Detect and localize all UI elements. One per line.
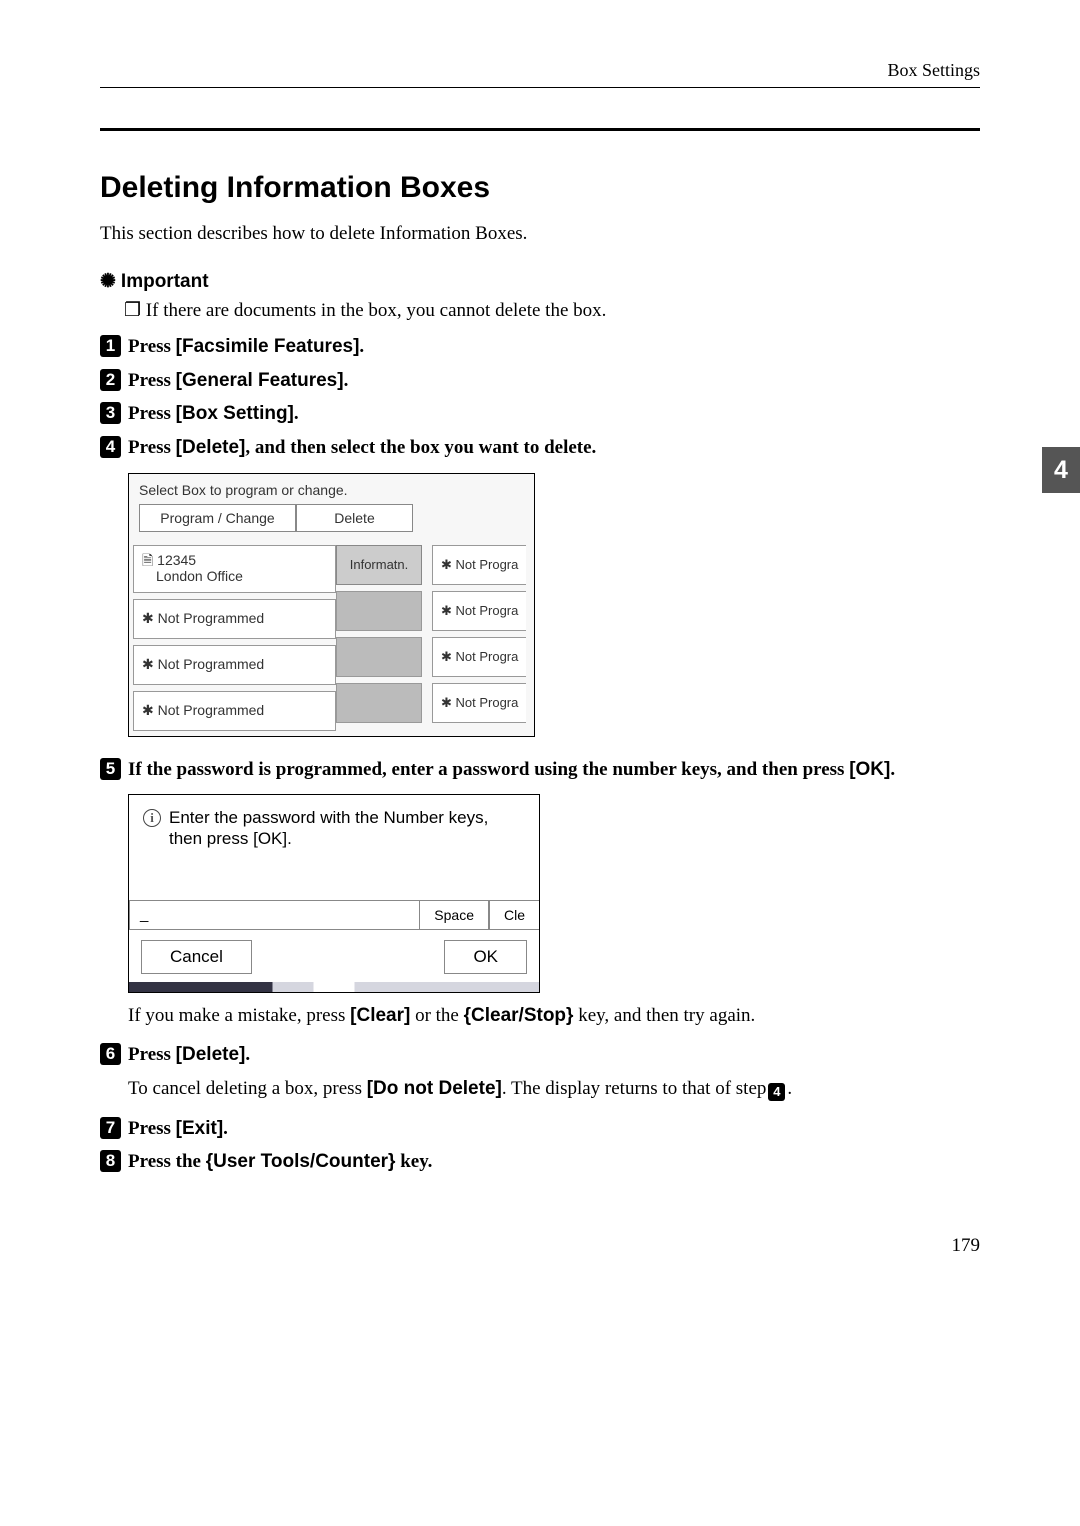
post6-c: . The display returns to that of step bbox=[502, 1078, 767, 1099]
important-note-row: ❐ If there are documents in the box, you… bbox=[124, 299, 980, 322]
post5-a: If you make a mistake, press bbox=[128, 1005, 350, 1026]
box-not-programmed-2[interactable]: ✱ Not Programmed bbox=[133, 645, 336, 685]
step-2-text-a: Press bbox=[128, 370, 176, 391]
step-ref-4: 4 bbox=[768, 1083, 785, 1101]
tab-delete[interactable]: Delete bbox=[296, 504, 413, 532]
post5-c: or the bbox=[410, 1005, 463, 1026]
info-icon: i bbox=[143, 809, 161, 827]
section-intro: This section describes how to delete Inf… bbox=[100, 223, 980, 245]
type-empty-1 bbox=[336, 591, 422, 631]
ui-box-password: i Enter the password with the Number key… bbox=[128, 794, 540, 993]
page-number: 179 bbox=[100, 1235, 980, 1257]
checkbox-icon: ❐ bbox=[124, 300, 146, 321]
step-3: 3 Press [Box Setting]. bbox=[100, 401, 980, 427]
step-7: 7 Press [Exit]. bbox=[100, 1116, 980, 1142]
step-8-num: 8 bbox=[100, 1150, 121, 1172]
doc-icon: 🗎 12345 bbox=[142, 553, 196, 568]
step-5-text-c: . bbox=[890, 759, 895, 780]
header-breadcrumb: Box Settings bbox=[100, 60, 980, 81]
type-empty-2 bbox=[336, 637, 422, 677]
ui-box-select-box: Select Box to program or change. Program… bbox=[128, 473, 535, 737]
step-3-text-a: Press bbox=[128, 403, 176, 424]
do-not-delete-ref: [Do not Delete] bbox=[367, 1078, 502, 1099]
step-2: 2 Press [General Features]. bbox=[100, 368, 980, 394]
step-3-num: 3 bbox=[100, 402, 121, 424]
step-5-num: 5 bbox=[100, 758, 121, 780]
ok-button[interactable]: OK bbox=[444, 940, 527, 974]
ui1-tabs: Program / Change Delete bbox=[129, 504, 534, 540]
step-7-btn: [Exit] bbox=[176, 1118, 224, 1139]
ui2-prompt-row: i Enter the password with the Number key… bbox=[129, 795, 539, 900]
step-6-text-c: . bbox=[245, 1044, 250, 1065]
ui2-input-row: _ Space Cle bbox=[129, 900, 539, 930]
step-1-text-a: Press bbox=[128, 336, 176, 357]
step-6: 6 Press [Delete]. bbox=[100, 1042, 980, 1068]
step-1-btn: [Facsimile Features] bbox=[176, 336, 360, 357]
step-3-text-c: . bbox=[294, 403, 299, 424]
post6-a: To cancel deleting a box, press bbox=[128, 1078, 367, 1099]
important-label: Important bbox=[121, 271, 209, 293]
tab-program-change[interactable]: Program / Change bbox=[139, 504, 296, 532]
header-rule bbox=[100, 87, 980, 88]
step-7-text-c: . bbox=[223, 1118, 228, 1139]
step-8-text-a: Press the bbox=[128, 1151, 206, 1172]
box-code: 12345 bbox=[157, 552, 196, 568]
ui2-actions: Cancel OK bbox=[129, 930, 539, 982]
step-8: 8 Press the {User Tools/Counter} key. bbox=[100, 1149, 980, 1175]
step-4-btn: [Delete] bbox=[176, 437, 246, 458]
step-6-text-a: Press bbox=[128, 1044, 176, 1065]
post-step6-note: To cancel deleting a box, press [Do not … bbox=[128, 1076, 980, 1102]
step-3-btn: [Box Setting] bbox=[176, 403, 294, 424]
step-8-btn: {User Tools/Counter} bbox=[206, 1151, 396, 1172]
box-name-text: London Office bbox=[142, 569, 243, 584]
post5-e: key, and then try again. bbox=[573, 1005, 755, 1026]
step-1: 1 Press [Facsimile Features]. bbox=[100, 334, 980, 360]
ui1-grid: 🗎 12345 London Office ✱ Not Programmed ✱… bbox=[129, 540, 534, 736]
space-button[interactable]: Space bbox=[419, 900, 489, 930]
title-rule bbox=[100, 128, 980, 131]
box-r-not-progra-3[interactable]: ✱ Not Progra bbox=[432, 637, 526, 677]
step-5-btn: [OK] bbox=[849, 759, 890, 780]
ui2-prompt: Enter the password with the Number keys,… bbox=[169, 807, 525, 850]
clear-ref: [Clear] bbox=[350, 1005, 410, 1026]
step-1-num: 1 bbox=[100, 335, 121, 357]
step-5: 5 If the password is programmed, enter a… bbox=[100, 757, 980, 783]
step-2-btn: [General Features] bbox=[176, 370, 344, 391]
box-r-not-progra-2[interactable]: ✱ Not Progra bbox=[432, 591, 526, 631]
post-step5-note: If you make a mistake, press [Clear] or … bbox=[128, 1003, 980, 1029]
post6-d: . bbox=[787, 1078, 792, 1099]
step-2-text-c: . bbox=[344, 370, 349, 391]
step-4-text-c: , and then select the box you want to de… bbox=[245, 437, 596, 458]
box-r-not-progra-1[interactable]: ✱ Not Progra bbox=[432, 545, 526, 585]
type-empty-3 bbox=[336, 683, 422, 723]
section-title: Deleting Information Boxes bbox=[100, 171, 980, 205]
step-6-num: 6 bbox=[100, 1043, 121, 1065]
ui2-decorative-strip bbox=[129, 982, 539, 992]
step-5-text-a: If the password is programmed, enter a p… bbox=[128, 759, 849, 780]
box-not-programmed-1[interactable]: ✱ Not Programmed bbox=[133, 599, 336, 639]
important-note-text: If there are documents in the box, you c… bbox=[146, 300, 607, 321]
clearstop-ref: {Clear/Stop} bbox=[464, 1005, 574, 1026]
step-6-btn: [Delete] bbox=[176, 1044, 246, 1065]
box-r-not-progra-4[interactable]: ✱ Not Progra bbox=[432, 683, 526, 723]
step-1-text-c: . bbox=[359, 336, 364, 357]
cancel-button[interactable]: Cancel bbox=[141, 940, 252, 974]
step-4: 4 Press [Delete], and then select the bo… bbox=[100, 435, 980, 461]
type-informatn: Informatn. bbox=[336, 545, 422, 585]
clear-button-partial[interactable]: Cle bbox=[489, 900, 539, 930]
step-8-text-c: key. bbox=[395, 1151, 432, 1172]
step-2-num: 2 bbox=[100, 369, 121, 391]
step-7-text-a: Press bbox=[128, 1118, 176, 1139]
important-icon: ✺ bbox=[100, 270, 116, 293]
box-not-programmed-3[interactable]: ✱ Not Programmed bbox=[133, 691, 336, 731]
step-7-num: 7 bbox=[100, 1117, 121, 1139]
box-item-london-office[interactable]: 🗎 12345 London Office bbox=[133, 545, 336, 593]
ui1-prompt: Select Box to program or change. bbox=[129, 474, 534, 504]
chapter-tab-badge: 4 bbox=[1042, 447, 1080, 493]
important-heading: ✺ Important bbox=[100, 270, 980, 293]
step-4-num: 4 bbox=[100, 436, 121, 458]
step-4-text-a: Press bbox=[128, 437, 176, 458]
password-input[interactable]: _ bbox=[129, 900, 419, 930]
